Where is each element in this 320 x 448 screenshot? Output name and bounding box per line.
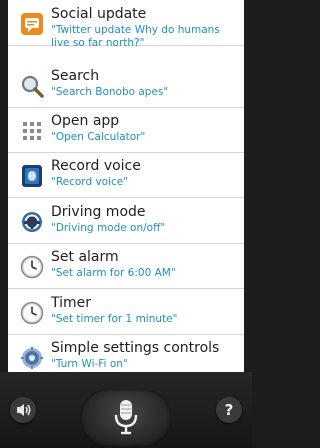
microphone-icon xyxy=(114,400,138,435)
list-item-simple-settings[interactable]: Simple settings controls "Turn Wi-Fi on" xyxy=(8,336,244,372)
list-item-search[interactable]: Search "Search Bonobo apes" xyxy=(8,64,244,108)
speaker-icon xyxy=(17,404,31,416)
clock-icon xyxy=(20,255,44,279)
command-title: Simple settings controls xyxy=(51,340,220,356)
command-example: "Open Calculator" xyxy=(51,131,146,143)
list-item-open-app[interactable]: Open app "Open Calculator" xyxy=(8,109,244,153)
command-title: Record voice xyxy=(51,158,141,174)
command-title: Driving mode xyxy=(51,204,146,220)
command-example: "Twitter update Why do humans live so fa… xyxy=(51,24,220,49)
command-title: Timer xyxy=(51,295,92,311)
list-item-record-voice[interactable]: Record voice "Record voice" xyxy=(8,154,244,198)
list-item-social-update[interactable]: Social update "Twitter update Why do hum… xyxy=(8,0,244,49)
record-voice-icon xyxy=(20,164,44,188)
command-example: "Search Bonobo apes" xyxy=(51,86,169,98)
help-button[interactable]: ? xyxy=(216,397,242,423)
command-example: "Record voice" xyxy=(51,176,129,188)
help-icon: ? xyxy=(224,401,234,419)
app-grid-icon xyxy=(20,119,44,143)
social-update-icon xyxy=(20,12,44,36)
command-list: Social update "Twitter update Why do hum… xyxy=(8,0,244,372)
speaker-button[interactable] xyxy=(10,397,36,423)
command-title: Social update xyxy=(51,6,147,22)
steering-wheel-icon xyxy=(20,210,44,234)
command-title: Set alarm xyxy=(51,249,119,265)
command-example: "Set timer for 1 minute" xyxy=(51,313,178,325)
list-item-set-alarm[interactable]: Set alarm "Set alarm for 6:00 AM" xyxy=(8,245,244,289)
microphone-button[interactable] xyxy=(80,389,172,447)
list-item-driving-mode[interactable]: Driving mode "Driving mode on/off" xyxy=(8,200,244,244)
command-example: "Turn Wi-Fi on" xyxy=(51,358,128,370)
command-title: Open app xyxy=(51,113,120,129)
list-item-timer[interactable]: Timer "Set timer for 1 minute" xyxy=(8,291,244,335)
settings-gear-icon xyxy=(20,346,44,370)
clock-icon xyxy=(20,301,44,325)
command-example: "Driving mode on/off" xyxy=(51,222,166,234)
command-title: Search xyxy=(51,68,100,84)
search-icon xyxy=(20,74,44,98)
command-example: "Set alarm for 6:00 AM" xyxy=(51,267,176,279)
